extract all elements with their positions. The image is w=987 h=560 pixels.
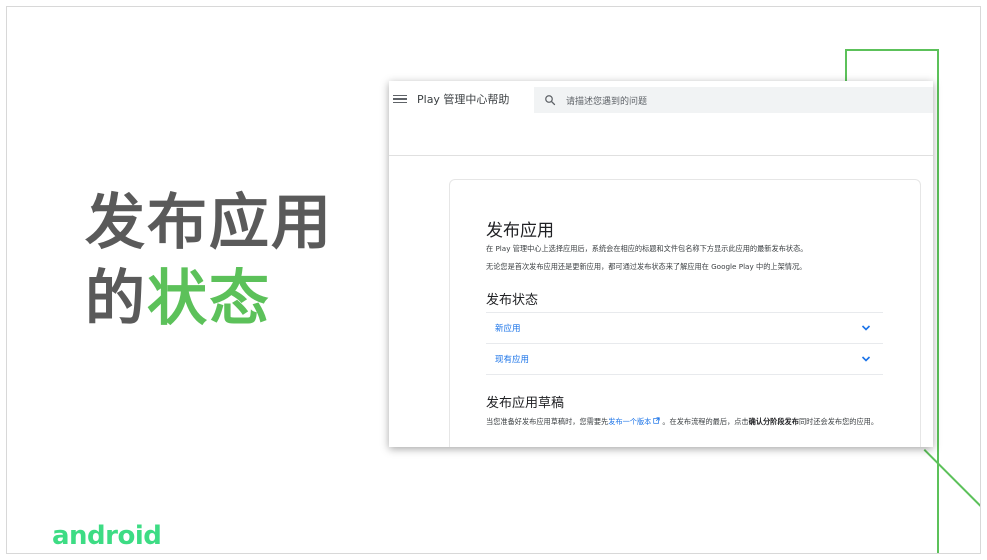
drafts-paragraph: 当您准备好发布应用草稿时，您需要先发布一个版本 。在发布流程的最后，点击确认分阶段… (486, 416, 886, 427)
slide: 发布应用 的状态 android Play 管理中心帮助 请描述您遇到的问题 发… (6, 6, 981, 554)
search-input[interactable]: 请描述您遇到的问题 (566, 94, 647, 107)
article-heading: 发布应用 (486, 221, 554, 241)
drafts-text-c: 同时还会发布您的应用。 (798, 417, 879, 426)
publish-release-link[interactable]: 发布一个版本 (608, 417, 651, 426)
search-icon (545, 95, 556, 106)
title-line-1: 发布应用 (85, 188, 333, 258)
chevron-down-icon (861, 325, 871, 331)
accordion-label: 新应用 (495, 324, 521, 334)
title-line-2-plain: 的 (85, 264, 147, 334)
confirm-staged-release-text: 确认分阶段发布 (748, 417, 799, 426)
accordion-label: 现有应用 (495, 355, 530, 365)
slide-title: 发布应用 的状态 (85, 185, 333, 337)
accordion-new-app[interactable]: 新应用 (486, 312, 883, 343)
chevron-down-icon (861, 356, 871, 362)
menu-icon[interactable] (393, 94, 407, 104)
drafts-text-a: 当您准备好发布应用草稿时，您需要先 (486, 417, 609, 426)
header-divider (389, 155, 933, 156)
drafts-heading: 发布应用草稿 (486, 396, 565, 411)
status-heading: 发布状态 (486, 293, 539, 308)
accordion-existing-app[interactable]: 现有应用 (486, 343, 883, 374)
article-card: 发布应用 在 Play 管理中心上选择应用后，系统会在相应的标题和文件包名称下方… (449, 179, 921, 447)
intro-paragraph-2: 无论您是首次发布应用还是更新应用，都可通过发布状态来了解应用在 Google P… (486, 262, 807, 271)
title-line-2-accent: 状态 (147, 264, 271, 334)
deco-line-left (845, 49, 847, 83)
external-link-icon (653, 417, 660, 424)
deco-line-right (937, 49, 939, 553)
intro-paragraph-1: 在 Play 管理中心上选择应用后，系统会在相应的标题和文件包名称下方显示此应用… (486, 244, 808, 253)
drafts-text-b: 。在发布流程的最后，点击 (662, 417, 749, 426)
android-logo: android (52, 521, 162, 551)
deco-line-diagonal (923, 449, 980, 515)
search-bar[interactable]: 请描述您遇到的问题 (534, 87, 933, 113)
deco-line-top (845, 49, 939, 51)
help-page-screenshot: Play 管理中心帮助 请描述您遇到的问题 发布应用 在 Play 管理中心上选… (389, 81, 933, 447)
accordion-divider (486, 374, 883, 375)
app-title[interactable]: Play 管理中心帮助 (417, 91, 509, 107)
